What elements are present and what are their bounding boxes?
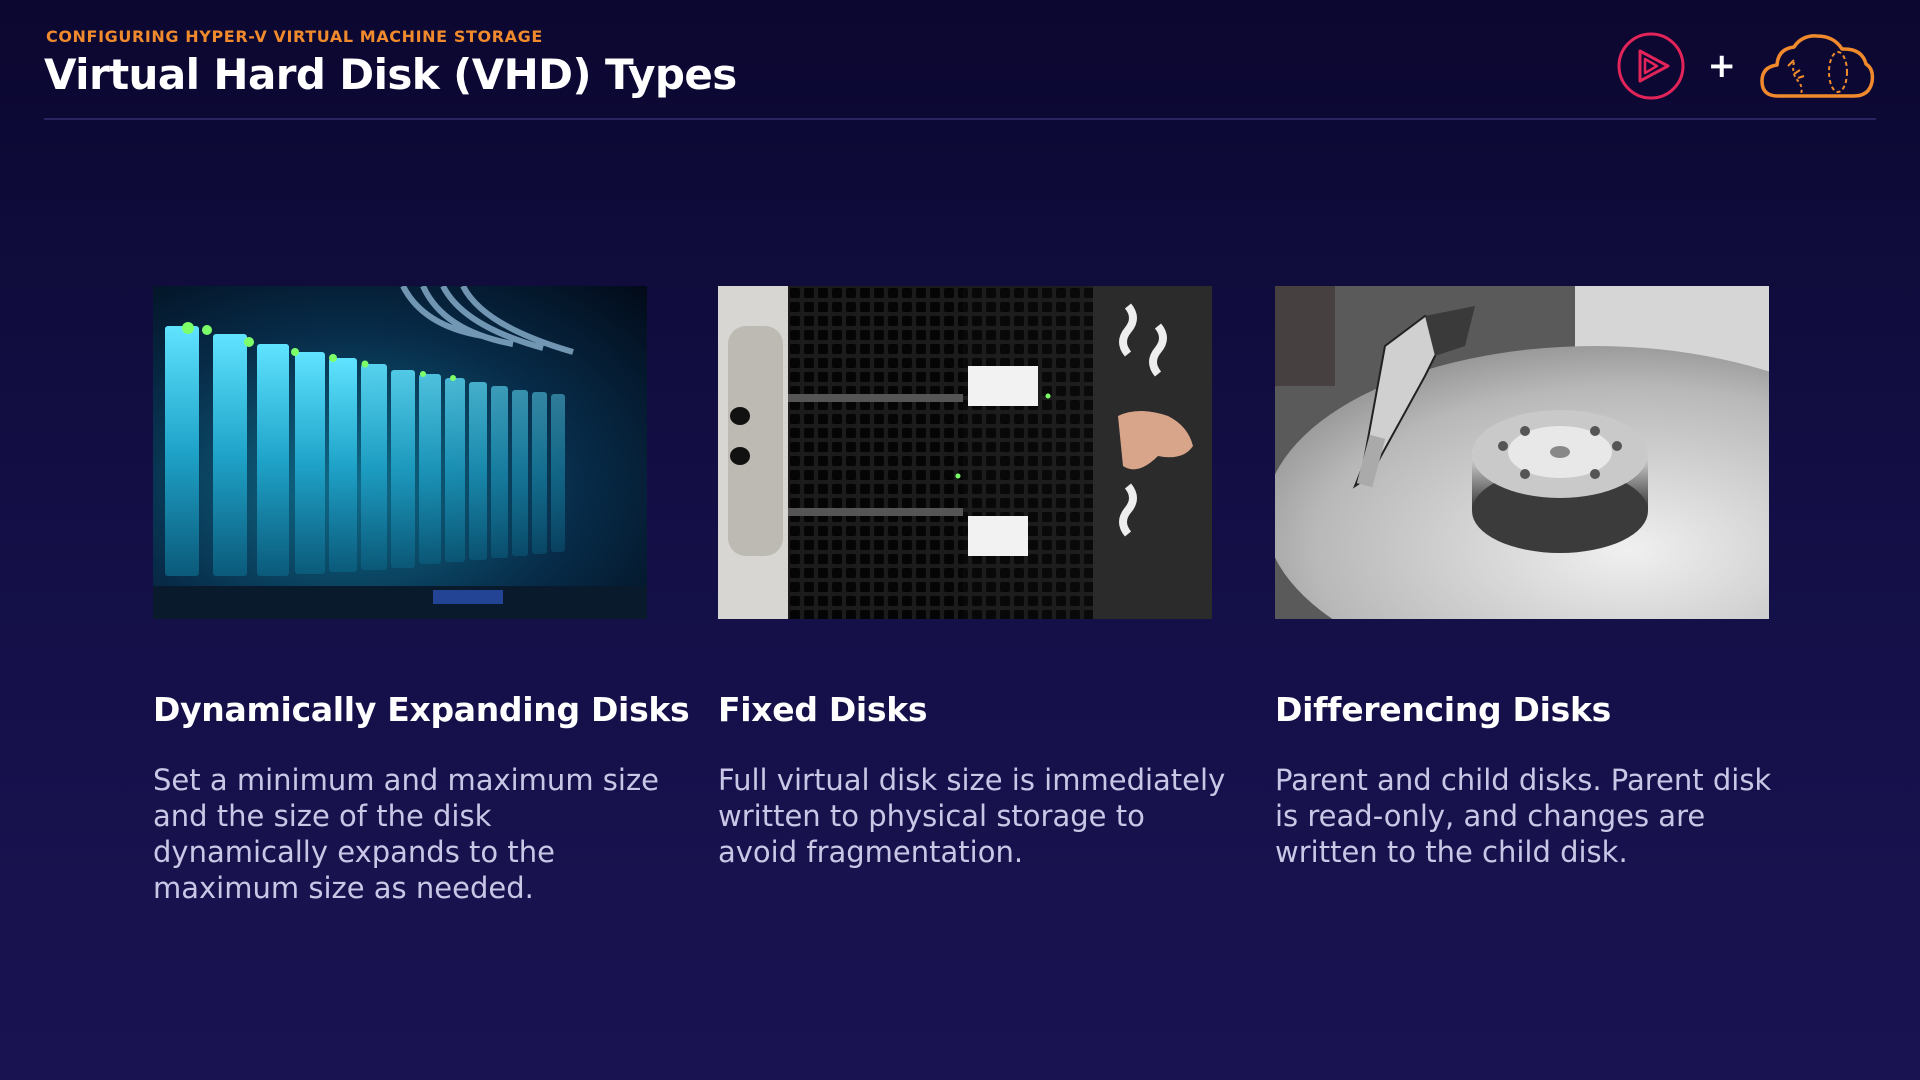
play-logo-icon — [1617, 32, 1684, 100]
card-heading: Dynamically Expanding Disks — [153, 690, 690, 729]
card-heading: Differencing Disks — [1275, 690, 1611, 729]
hard-drive-platter-photo — [1275, 286, 1769, 619]
header-divider — [44, 118, 1876, 120]
server-rack-hand-photo — [718, 286, 1212, 619]
brand-logos: + — [1616, 28, 1877, 104]
card-differencing: Differencing Disks Parent and child disk… — [1275, 286, 1771, 869]
card-description: Full virtual disk size is immediately wr… — [718, 763, 1226, 869]
card-description: Set a minimum and maximum size and the s… — [153, 763, 660, 905]
card-heading: Fixed Disks — [718, 690, 928, 729]
slide-title: Virtual Hard Disk (VHD) Types — [44, 50, 737, 99]
card-fixed: Fixed Disks Full virtual disk size is im… — [718, 286, 1225, 869]
slide-header: CONFIGURING HYPER-V VIRTUAL MACHINE STOR… — [44, 24, 1876, 119]
server-rack-blue-photo — [153, 286, 647, 619]
card-description: Parent and child disks. Parent disk is r… — [1275, 763, 1772, 869]
card-dynamically-expanding: Dynamically Expanding Disks Set a minimu… — [153, 286, 690, 905]
plus-sign: + — [1707, 46, 1737, 86]
cloud-logo-icon — [1760, 34, 1875, 98]
section-eyebrow: CONFIGURING HYPER-V VIRTUAL MACHINE STOR… — [46, 27, 543, 46]
